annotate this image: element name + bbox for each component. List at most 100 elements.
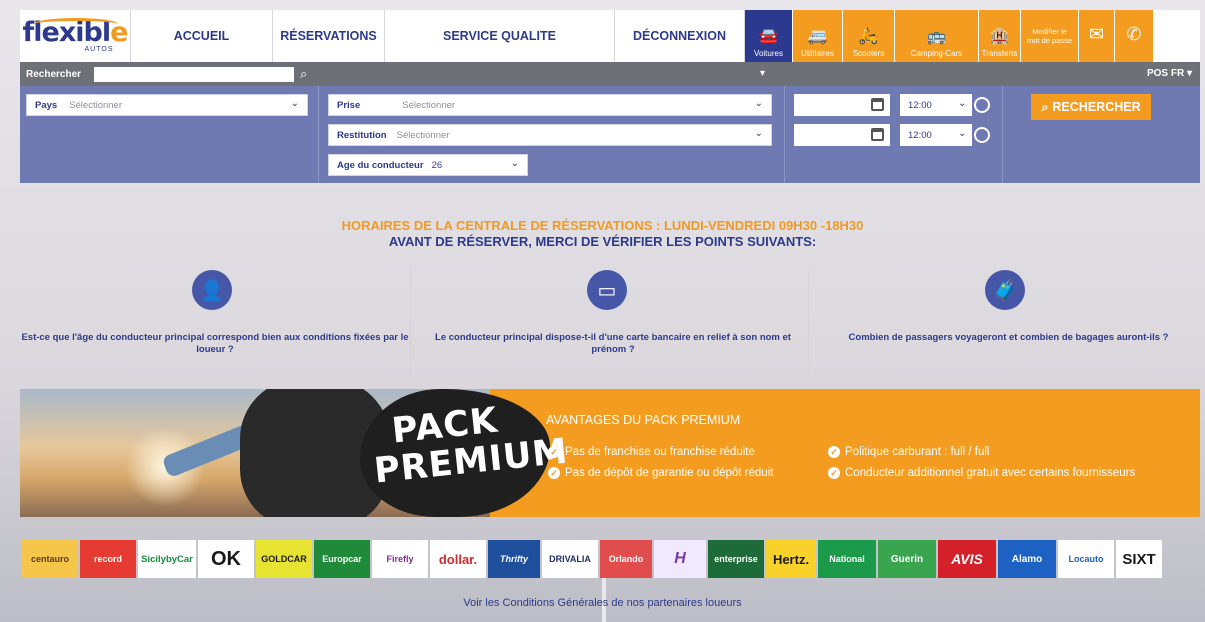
driver-age-label: Age du conducteur [337, 159, 424, 171]
nav-deconnexion[interactable]: DÉCONNEXION [615, 10, 745, 62]
pickup-time-select[interactable]: 12:00 ⌄ [900, 94, 972, 116]
logo-subtitle: AUTOS [84, 45, 114, 53]
tab-transferts[interactable]: 🏨 Transferts [979, 10, 1021, 62]
section-divider [410, 268, 411, 378]
form-divider [1002, 86, 1003, 183]
driver-age-value: 26 [431, 159, 443, 171]
driver-icon: 👤 [192, 270, 232, 310]
scooter-icon: 🛵 [858, 28, 879, 45]
partner-logos: centauro record SicilybyCar OK GOLDCAR E… [22, 540, 1162, 578]
pickup-location-select[interactable]: Prise Sélectionner ⌄ [328, 94, 772, 116]
mail-icon: ✉ [1088, 24, 1105, 44]
chevron-down-icon: ⌄ [958, 128, 967, 139]
advantage-text: Pas de franchise ou franchise réduite [565, 446, 755, 458]
partner-logo-thrifty[interactable]: Thrifty [488, 540, 540, 578]
country-select[interactable]: Pays Sélectionner ⌄ [26, 94, 308, 116]
search-button-label: RECHERCHER [1052, 100, 1141, 114]
partner-logo-national[interactable]: National [818, 540, 876, 578]
brand-logo[interactable]: flexible AUTOS [20, 10, 131, 62]
pickup-date-input[interactable] [794, 94, 890, 116]
form-divider [784, 86, 785, 183]
search-button[interactable]: ⌕ RECHERCHER [1031, 94, 1151, 120]
advantage-text: Politique carburant : full / full [845, 446, 990, 458]
partner-logo-locauto[interactable]: Locauto [1058, 540, 1114, 578]
search-icon: ⌕ [1041, 99, 1049, 114]
booking-form: Pays Sélectionner ⌄ Prise Sélectionner ⌄… [20, 86, 1200, 183]
partner-logo-guerin[interactable]: Guerin [878, 540, 936, 578]
premium-pack-banner[interactable]: PACK PREMIUM AVANTAGES DU PACK PREMIUM ✓… [20, 389, 1200, 517]
search-icon[interactable]: ⌕ [300, 66, 307, 82]
partner-logo-dollar[interactable]: dollar. [430, 540, 486, 578]
phone-button[interactable]: ✆ [1115, 10, 1153, 62]
country-value: Sélectionner [69, 99, 122, 111]
booking-hours-notice: HORAIRES DE LA CENTRALE DE RÉSERVATIONS … [341, 218, 864, 233]
luggage-icon: 🧳 [985, 270, 1025, 310]
language-selector[interactable]: POS FR ▾ [1147, 68, 1192, 79]
partner-logo-enterprise[interactable]: enterprise [708, 540, 764, 578]
tab-voitures[interactable]: 🚘 Voitures [745, 10, 793, 62]
pickup-label: Prise [337, 99, 361, 111]
transfer-icon: 🏨 [989, 28, 1010, 45]
clock-icon [974, 97, 990, 113]
partner-terms-link[interactable]: Voir les Conditions Générales de nos par… [0, 597, 1205, 609]
partner-logo-firefly[interactable]: Firefly [372, 540, 428, 578]
mail-button[interactable]: ✉ [1079, 10, 1115, 62]
partner-logo-centauro[interactable]: centauro [22, 540, 78, 578]
chevron-down-icon[interactable]: ▾ [760, 68, 765, 79]
check-icon: ✓ [548, 446, 560, 458]
advantage-item: ✓ Conducteur additionnel gratuit avec cer… [828, 467, 1135, 479]
advantage-text: Pas de dépôt de garantie ou dépôt réduit [565, 467, 774, 479]
advantage-item: ✓ Politique carburant : full / full [828, 446, 989, 458]
search-bar: Rechercher ⌕ ▾ POS FR ▾ [20, 62, 1200, 86]
partner-logo-record[interactable]: record [80, 540, 136, 578]
check-credit-card: Le conducteur principal dispose-t-il d'u… [435, 332, 791, 355]
nav-accueil[interactable]: ACCUEIL [131, 10, 273, 62]
advantage-item: ✓ Pas de dépôt de garantie ou dépôt rédui… [548, 467, 773, 479]
tab-scooters[interactable]: 🛵 Scooters [843, 10, 895, 62]
chevron-down-icon: ⌄ [754, 128, 763, 139]
partner-logo-sicilybycar[interactable]: SicilybyCar [138, 540, 196, 578]
partner-logo-avis[interactable]: AVIS [938, 540, 996, 578]
return-time-select[interactable]: 12:00 ⌄ [900, 124, 972, 146]
partner-logo-sixt[interactable]: SIXT [1116, 540, 1162, 578]
logo-swoosh [34, 18, 118, 30]
chevron-down-icon: ⌄ [290, 98, 299, 109]
partner-logo-ok[interactable]: OK [198, 540, 254, 578]
return-value: Sélectionner [396, 129, 450, 141]
credit-card-icon: ▭ [587, 270, 627, 310]
return-location-select[interactable]: Restitution Sélectionner ⌄ [328, 124, 772, 146]
check-driver-age: Est-ce que l'âge du conducteur principal… [21, 332, 409, 355]
phone-icon: ✆ [1126, 24, 1142, 44]
partner-logo-orlando[interactable]: Orlando [600, 540, 652, 578]
calendar-icon[interactable] [871, 98, 884, 111]
tab-voitures-label: Voitures [754, 49, 783, 58]
tab-camping-cars-label: Camping-Cars [910, 49, 963, 58]
search-input[interactable] [94, 66, 294, 82]
form-divider [318, 86, 319, 183]
calendar-icon[interactable] [871, 128, 884, 141]
van-icon: 🚐 [807, 28, 828, 45]
nav-reservations[interactable]: RÉSERVATIONS [273, 10, 385, 62]
return-date-input[interactable] [794, 124, 890, 146]
tab-camping-cars[interactable]: 🚌 Camping-Cars [895, 10, 979, 62]
tab-utilitaires-label: Utilitaires [801, 49, 834, 58]
check-icon: ✓ [828, 446, 840, 458]
nav-service-qualite[interactable]: SERVICE QUALITE [385, 10, 615, 62]
partner-logo-goldcar[interactable]: GOLDCAR [256, 540, 312, 578]
partner-logo-h[interactable]: H [654, 540, 706, 578]
partner-logo-drivalia[interactable]: DRIVALIA [542, 540, 598, 578]
tab-transferts-label: Transferts [981, 49, 1018, 58]
check-passengers-luggage: Combien de passagers voyageront et combi… [848, 332, 1169, 343]
pickup-value: Sélectionner [402, 99, 456, 111]
driver-age-select[interactable]: Age du conducteur 26 ⌄ [328, 154, 528, 176]
tab-utilitaires[interactable]: 🚐 Utilitaires [793, 10, 843, 62]
check-icon: ✓ [548, 467, 560, 479]
modify-password-button[interactable]: Modifier le mot de passe [1021, 10, 1079, 62]
pre-booking-warning: AVANT DE RÉSERVER, MERCI DE VÉRIFIER LES… [388, 234, 817, 249]
partner-logo-europcar[interactable]: Europcar [314, 540, 370, 578]
partner-logo-hertz[interactable]: Hertz. [766, 540, 816, 578]
check-icon: ✓ [828, 467, 840, 479]
partner-logo-alamo[interactable]: Alamo [998, 540, 1056, 578]
pack-premium-title: PACK PREMIUM [368, 399, 570, 492]
chevron-down-icon: ⌄ [510, 158, 519, 169]
